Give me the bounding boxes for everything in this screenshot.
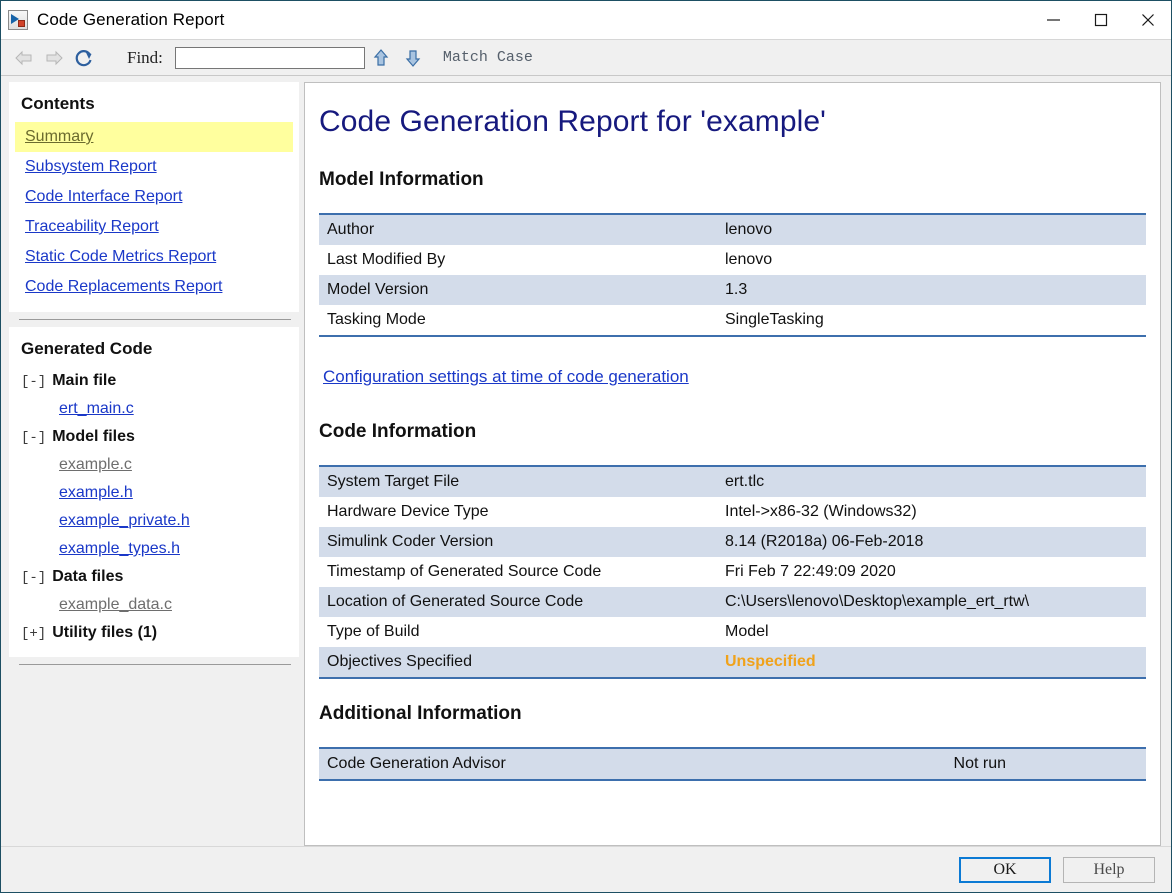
table-row: Objectives Specified Unspecified <box>319 647 1146 678</box>
row-key: Last Modified By <box>327 251 446 268</box>
row-value: lenovo <box>725 251 773 268</box>
sidebar-item-subsystem-report[interactable]: Subsystem Report <box>15 152 293 182</box>
table-row: Last Modified By lenovo <box>319 245 1146 275</box>
window-controls <box>1030 1 1171 39</box>
generated-code-panel: Generated Code [-] Main file ert_main.c [… <box>9 327 299 657</box>
table-row: System Target File ert.tlc <box>319 466 1146 497</box>
table-row: Location of Generated Source Code C:\Use… <box>319 587 1146 617</box>
tree-node-utility-files[interactable]: [+] Utility files (1) <box>9 619 299 647</box>
dialog-footer: OK Help <box>1 846 1171 892</box>
row-value: lenovo <box>725 221 773 238</box>
sidebar-item-code-replacements-report[interactable]: Code Replacements Report <box>15 272 293 302</box>
table-row: Timestamp of Generated Source Code Fri F… <box>319 557 1146 587</box>
sidebar-item-static-code-metrics-report[interactable]: Static Code Metrics Report <box>15 242 293 272</box>
contents-panel: Contents Summary Subsystem Report Code I… <box>9 82 299 312</box>
tree-file-example-c[interactable]: example.c <box>9 451 299 479</box>
find-next-arrow-icon[interactable] <box>397 44 429 72</box>
row-key: Tasking Mode <box>327 311 426 328</box>
row-key: Location of Generated Source Code <box>327 593 584 610</box>
table-row: Tasking Mode SingleTasking <box>319 305 1146 336</box>
tree-file-example-h[interactable]: example.h <box>9 479 299 507</box>
sidebar: Contents Summary Subsystem Report Code I… <box>9 82 299 846</box>
model-information-table: Author lenovo Last Modified By lenovo Mo… <box>319 213 1146 337</box>
page-title: Code Generation Report for 'example' <box>319 105 826 138</box>
match-case-label[interactable]: Match Case <box>443 49 533 66</box>
row-key: Hardware Device Type <box>327 503 489 520</box>
row-value: Not run <box>953 755 1006 772</box>
table-row: Simulink Coder Version 8.14 (R2018a) 06-… <box>319 527 1146 557</box>
contents-heading: Contents <box>21 94 95 113</box>
tree-node-label: Data files <box>52 568 124 585</box>
help-button[interactable]: Help <box>1063 856 1155 883</box>
row-value: Model <box>725 623 769 640</box>
row-key: Model Version <box>327 281 429 298</box>
code-information-heading: Code Information <box>319 421 477 442</box>
sidebar-item-code-interface-report[interactable]: Code Interface Report <box>15 182 293 212</box>
sidebar-divider-bottom <box>19 664 291 665</box>
configuration-settings-link[interactable]: Configuration settings at time of code g… <box>323 367 689 387</box>
row-key: Type of Build <box>327 623 420 640</box>
tree-node-main-file[interactable]: [-] Main file <box>9 367 299 395</box>
find-previous-arrow-icon[interactable] <box>365 44 397 72</box>
sidebar-item-summary[interactable]: Summary <box>15 122 293 152</box>
row-key: System Target File <box>327 473 460 490</box>
body-area: Contents Summary Subsystem Report Code I… <box>1 76 1171 846</box>
tree-file-example-private-h[interactable]: example_private.h <box>9 507 299 535</box>
tree-node-label: Model files <box>52 428 135 445</box>
forward-arrow-icon[interactable] <box>39 43 69 73</box>
row-key: Author <box>327 221 375 238</box>
maximize-button[interactable] <box>1077 1 1124 39</box>
find-toolbar: Find: Match Case <box>1 39 1171 76</box>
additional-information-heading: Additional Information <box>319 703 522 724</box>
row-value-objectives: Unspecified <box>725 653 816 670</box>
code-information-table: System Target File ert.tlc Hardware Devi… <box>319 465 1146 679</box>
report-content-panel: Code Generation Report for 'example' Mod… <box>304 82 1161 846</box>
row-value: Fri Feb 7 22:49:09 2020 <box>725 563 896 580</box>
title-bar: Code Generation Report <box>1 1 1171 39</box>
row-value: 8.14 (R2018a) 06-Feb-2018 <box>725 533 924 550</box>
tree-node-label: Utility files (1) <box>52 624 158 641</box>
tree-file-example-data-c[interactable]: example_data.c <box>9 591 299 619</box>
row-value: ert.tlc <box>725 473 765 490</box>
collapse-toggle-icon[interactable]: [-] <box>21 430 46 446</box>
row-value: 1.3 <box>725 281 748 298</box>
row-key: Simulink Coder Version <box>327 533 494 550</box>
table-row: Code Generation Advisor Not run <box>319 748 1146 780</box>
ok-button[interactable]: OK <box>959 856 1051 883</box>
row-value: Intel->x86-32 (Windows32) <box>725 503 917 520</box>
tree-node-label: Main file <box>52 372 117 389</box>
code-generation-report-window: Code Generation Report Find: Match Case … <box>0 0 1172 893</box>
back-arrow-icon[interactable] <box>9 43 39 73</box>
minimize-button[interactable] <box>1030 1 1077 39</box>
sidebar-divider-top <box>19 319 291 320</box>
tree-file-example-types-h[interactable]: example_types.h <box>9 535 299 563</box>
row-value: SingleTasking <box>725 311 824 328</box>
expand-toggle-icon[interactable]: [+] <box>21 626 46 642</box>
find-input[interactable] <box>174 46 365 69</box>
window-title: Code Generation Report <box>37 10 225 29</box>
tree-node-model-files[interactable]: [-] Model files <box>9 423 299 451</box>
refresh-icon[interactable] <box>69 43 99 73</box>
collapse-toggle-icon[interactable]: [-] <box>21 570 46 586</box>
table-row: Model Version 1.3 <box>319 275 1146 305</box>
tree-file-ert-main-c[interactable]: ert_main.c <box>9 395 299 423</box>
row-key: Code Generation Advisor <box>327 755 506 772</box>
close-button[interactable] <box>1124 1 1171 39</box>
table-row: Type of Build Model <box>319 617 1146 647</box>
tree-node-data-files[interactable]: [-] Data files <box>9 563 299 591</box>
row-key: Objectives Specified <box>327 653 472 670</box>
row-value: C:\Users\lenovo\Desktop\example_ert_rtw\ <box>725 593 1030 610</box>
collapse-toggle-icon[interactable]: [-] <box>21 374 46 390</box>
sidebar-item-traceability-report[interactable]: Traceability Report <box>15 212 293 242</box>
model-information-heading: Model Information <box>319 169 484 190</box>
find-label: Find: <box>127 47 163 67</box>
additional-information-table: Code Generation Advisor Not run <box>319 747 1146 781</box>
table-row: Hardware Device Type Intel->x86-32 (Wind… <box>319 497 1146 527</box>
table-row: Author lenovo <box>319 214 1146 245</box>
row-key: Timestamp of Generated Source Code <box>327 563 602 580</box>
report-content: Code Generation Report for 'example' Mod… <box>305 83 1160 845</box>
generated-code-heading: Generated Code <box>21 339 153 358</box>
simulink-icon <box>8 10 28 30</box>
